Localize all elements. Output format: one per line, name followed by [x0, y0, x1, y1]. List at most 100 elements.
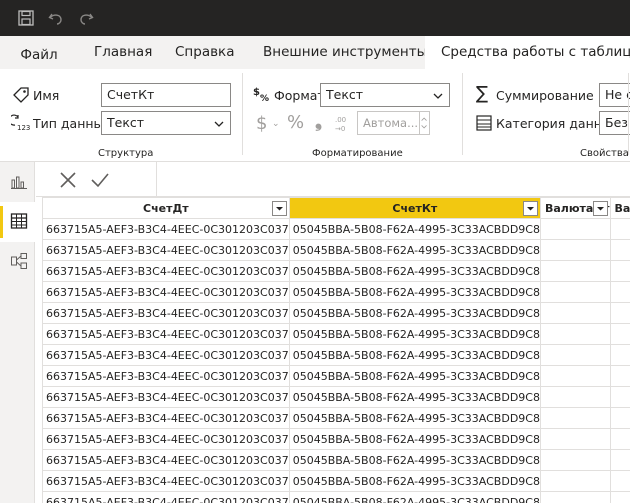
table-cell[interactable]: 05045BBA-5B08-F62A-4995-3C33ACBDD9C8 [288, 386, 541, 408]
column-header[interactable]: СчетДт [42, 197, 290, 219]
category-select[interactable]: Без к [599, 111, 630, 135]
save-icon[interactable] [16, 8, 36, 28]
table-cell[interactable]: 05045BBA-5B08-F62A-4995-3C33ACBDD9C8 [288, 449, 541, 471]
table-cell[interactable] [539, 218, 611, 240]
data-view-button[interactable] [0, 202, 35, 242]
table-cell[interactable] [539, 386, 611, 408]
table-cell[interactable]: 05045BBA-5B08-F62A-4995-3C33ACBDD9C8 [288, 365, 541, 387]
table-cell[interactable]: 663715A5-AEF3-B3C4-4EEC-0C301203C037 [42, 449, 290, 471]
report-view-button[interactable] [0, 162, 35, 202]
table-cell[interactable] [609, 239, 630, 261]
column-header[interactable]: ВалютаКт [609, 197, 630, 219]
chevron-down-icon[interactable] [271, 201, 287, 216]
table-cell[interactable] [539, 428, 611, 450]
table-cell[interactable]: 663715A5-AEF3-B3C4-4EEC-0C301203C037 [42, 470, 290, 492]
table-cell[interactable] [539, 302, 611, 324]
table-cell[interactable] [539, 281, 611, 303]
column-header[interactable]: СчетКт [288, 197, 541, 219]
table-cell[interactable]: 663715A5-AEF3-B3C4-4EEC-0C301203C037 [42, 239, 290, 261]
table-cell[interactable] [609, 323, 630, 345]
ribbon: Имя СчетКт 123 Тип данных Текст Структур… [0, 69, 630, 162]
format-label: Формат [274, 88, 325, 103]
name-input[interactable]: СчетКт [101, 83, 231, 107]
title-bar [0, 0, 630, 36]
table-icon [10, 213, 28, 229]
table-cell[interactable]: 05045BBA-5B08-F62A-4995-3C33ACBDD9C8 [288, 428, 541, 450]
model-view-button[interactable] [0, 242, 35, 282]
table-cell[interactable]: 663715A5-AEF3-B3C4-4EEC-0C301203C037 [42, 491, 290, 503]
table-cell[interactable] [609, 470, 630, 492]
table-cell[interactable]: 663715A5-AEF3-B3C4-4EEC-0C301203C037 [42, 281, 290, 303]
table-cell[interactable]: 663715A5-AEF3-B3C4-4EEC-0C301203C037 [42, 407, 290, 429]
table-cell[interactable]: 05045BBA-5B08-F62A-4995-3C33ACBDD9C8 [288, 281, 541, 303]
table-cell[interactable] [609, 428, 630, 450]
table-cell[interactable] [539, 323, 611, 345]
table-cell[interactable] [609, 386, 630, 408]
summarization-select[interactable]: Не сум [599, 83, 630, 107]
tab-file[interactable]: Файл [0, 39, 78, 72]
redo-icon[interactable] [76, 8, 96, 28]
table-row: 663715A5-AEF3-B3C4-4EEC-0C301203C037 0504… [42, 323, 630, 345]
currency-button[interactable]: $ [256, 113, 267, 134]
table-cell[interactable] [609, 344, 630, 366]
datatype-select[interactable]: Текст [101, 111, 231, 135]
table-cell[interactable]: 05045BBA-5B08-F62A-4995-3C33ACBDD9C8 [288, 218, 541, 240]
table-cell[interactable] [609, 449, 630, 471]
table-cell[interactable] [539, 260, 611, 282]
ribbon-divider [628, 73, 629, 155]
table-cell[interactable] [609, 218, 630, 240]
chevron-down-icon[interactable] [522, 201, 538, 216]
table-cell[interactable]: 05045BBA-5B08-F62A-4995-3C33ACBDD9C8 [288, 407, 541, 429]
view-rail [0, 162, 35, 503]
comma-button[interactable]: ❟ [315, 111, 322, 132]
table-cell[interactable]: 05045BBA-5B08-F62A-4995-3C33ACBDD9C8 [288, 239, 541, 261]
table-cell[interactable] [609, 491, 630, 503]
table-cell[interactable] [539, 470, 611, 492]
table-cell[interactable] [539, 365, 611, 387]
table-cell[interactable] [609, 281, 630, 303]
table-cell[interactable]: 663715A5-AEF3-B3C4-4EEC-0C301203C037 [42, 260, 290, 282]
table-cell[interactable] [539, 491, 611, 503]
decimals-spinner[interactable] [419, 111, 430, 135]
chevron-down-icon[interactable] [592, 201, 608, 216]
table-cell[interactable]: 05045BBA-5B08-F62A-4995-3C33ACBDD9C8 [288, 491, 541, 503]
ribbon-divider [242, 73, 243, 155]
tab-table-tools[interactable]: Средства работы с таблицами [425, 36, 630, 71]
table-cell[interactable]: 05045BBA-5B08-F62A-4995-3C33ACBDD9C8 [288, 323, 541, 345]
table-cell[interactable] [539, 407, 611, 429]
data-grid: СчетДт СчетКт ВалютаДт ВалютаКт 663715A5… [42, 197, 630, 503]
table-cell[interactable]: 663715A5-AEF3-B3C4-4EEC-0C301203C037 [42, 302, 290, 324]
table-cell[interactable]: 663715A5-AEF3-B3C4-4EEC-0C301203C037 [42, 323, 290, 345]
table-cell[interactable] [609, 407, 630, 429]
table-row: 663715A5-AEF3-B3C4-4EEC-0C301203C037 0504… [42, 281, 630, 303]
table-cell[interactable]: 663715A5-AEF3-B3C4-4EEC-0C301203C037 [42, 365, 290, 387]
table-cell[interactable] [539, 239, 611, 261]
table-cell[interactable]: 05045BBA-5B08-F62A-4995-3C33ACBDD9C8 [288, 302, 541, 324]
format-select[interactable]: Текст [320, 83, 450, 107]
svg-text:$: $ [253, 87, 260, 98]
table-cell[interactable]: 663715A5-AEF3-B3C4-4EEC-0C301203C037 [42, 428, 290, 450]
table-cell[interactable]: 663715A5-AEF3-B3C4-4EEC-0C301203C037 [42, 218, 290, 240]
close-icon[interactable] [56, 168, 80, 192]
tab-home[interactable]: Главная [94, 36, 152, 69]
svg-text:→0: →0 [335, 125, 345, 133]
table-cell[interactable]: 663715A5-AEF3-B3C4-4EEC-0C301203C037 [42, 386, 290, 408]
column-header[interactable]: ВалютаДт [539, 197, 611, 219]
percent-button[interactable]: % [287, 112, 304, 133]
table-cell[interactable] [539, 344, 611, 366]
undo-icon[interactable] [46, 8, 66, 28]
table-cell[interactable]: 663715A5-AEF3-B3C4-4EEC-0C301203C037 [42, 344, 290, 366]
table-cell[interactable]: 05045BBA-5B08-F62A-4995-3C33ACBDD9C8 [288, 260, 541, 282]
table-cell[interactable] [539, 449, 611, 471]
table-cell[interactable]: 05045BBA-5B08-F62A-4995-3C33ACBDD9C8 [288, 344, 541, 366]
table-cell[interactable] [609, 260, 630, 282]
tab-external-tools[interactable]: Внешние инструменты [263, 36, 427, 69]
table-cell[interactable] [609, 302, 630, 324]
tab-help[interactable]: Справка [175, 36, 234, 69]
checkmark-icon[interactable] [88, 168, 112, 192]
table-cell[interactable] [609, 365, 630, 387]
svg-text:.00: .00 [335, 116, 346, 124]
decimal-places-icon[interactable]: .00 →0 [332, 113, 352, 133]
table-cell[interactable]: 05045BBA-5B08-F62A-4995-3C33ACBDD9C8 [288, 470, 541, 492]
table-row: 663715A5-AEF3-B3C4-4EEC-0C301203C037 0504… [42, 428, 630, 450]
